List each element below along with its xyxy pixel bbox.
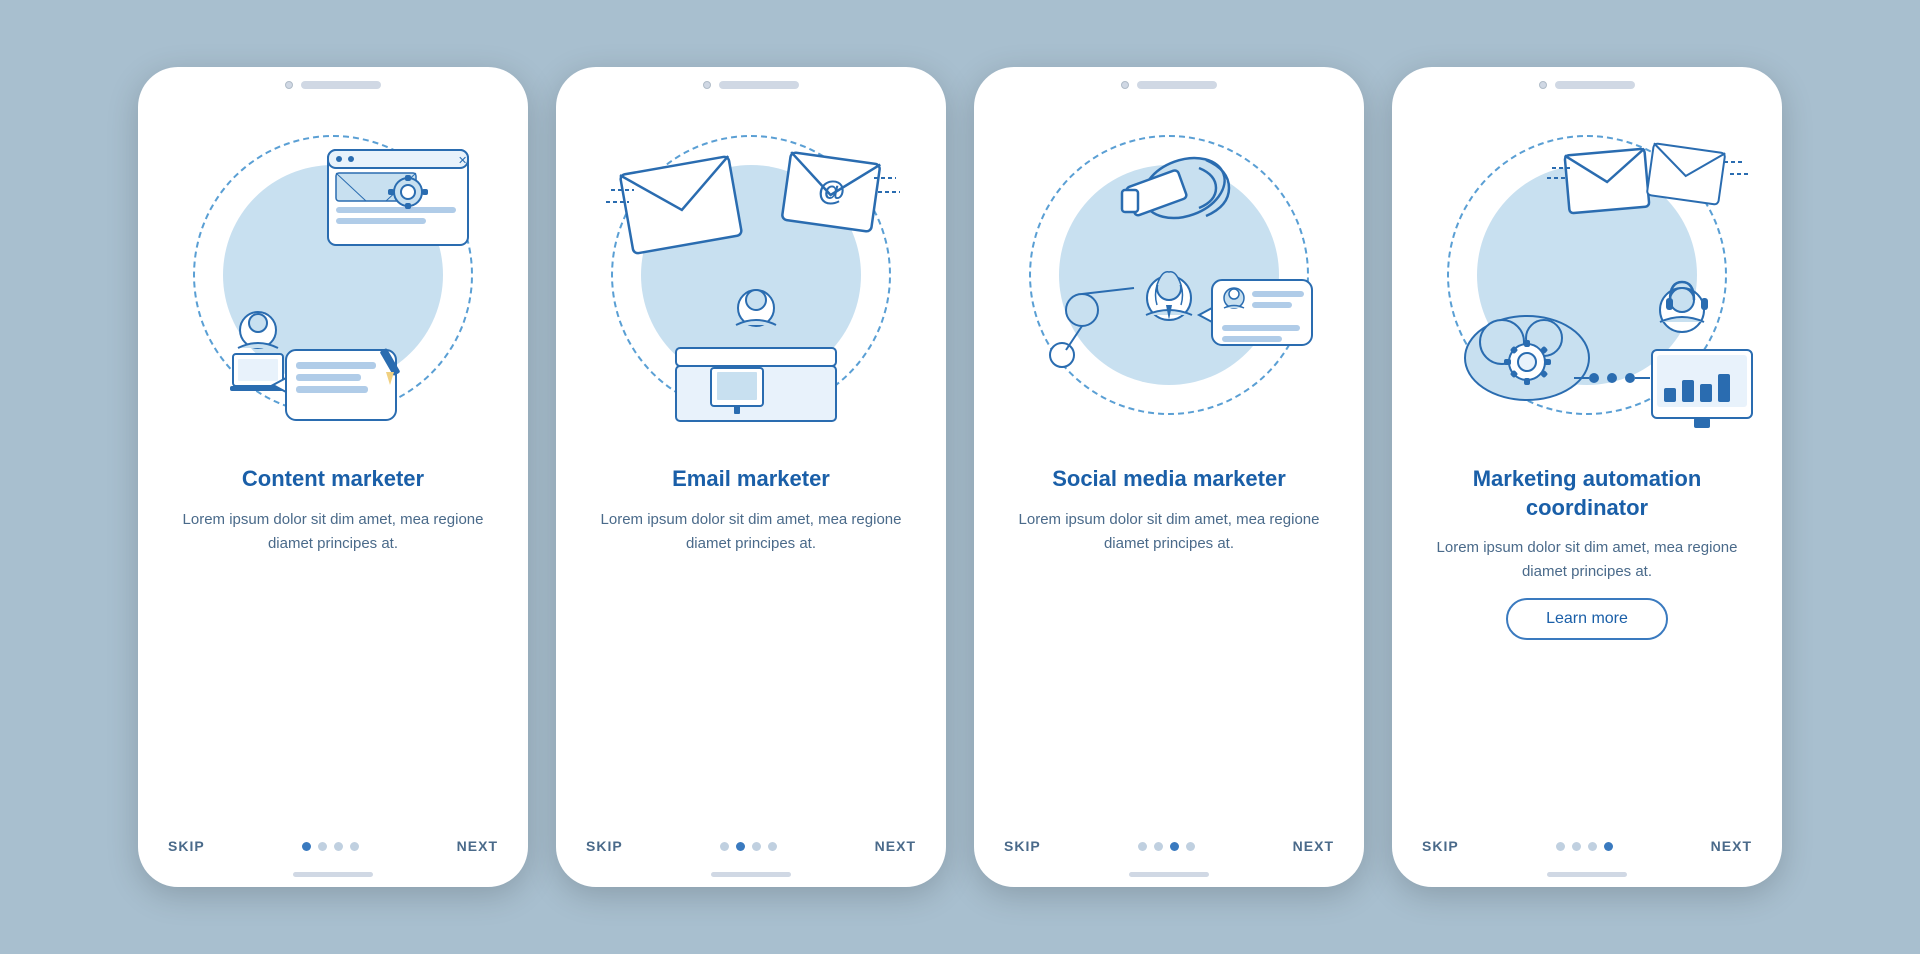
dot-2 (736, 842, 745, 851)
card-title-email-marketer: Email marketer (672, 465, 830, 494)
card-body-email-marketer: Lorem ipsum dolor sit dim amet, mea regi… (586, 508, 916, 556)
card-title-marketing-automation: Marketing automation coordinator (1422, 465, 1752, 522)
dot-3 (752, 842, 761, 851)
cards-container: ✕ (98, 27, 1822, 927)
phone-speaker-4 (1555, 81, 1635, 89)
phone-camera-dot-3 (1121, 81, 1129, 89)
next-button-content-marketer[interactable]: NEXT (457, 838, 498, 854)
bottom-handle-marketing-automation (1547, 872, 1627, 877)
phone-speaker-2 (719, 81, 799, 89)
dot-2 (318, 842, 327, 851)
nav-dots-email-marketer (720, 842, 777, 851)
phone-camera-dot-4 (1539, 81, 1547, 89)
skip-button-content-marketer[interactable]: SKIP (168, 838, 205, 854)
phone-speaker-3 (1137, 81, 1217, 89)
svg-text:@: @ (818, 175, 845, 206)
dot-4 (1604, 842, 1613, 851)
next-button-marketing-automation[interactable]: NEXT (1711, 838, 1752, 854)
learn-more-button[interactable]: Learn more (1506, 598, 1668, 640)
text-area-marketing-automation: Marketing automation coordinator Lorem i… (1392, 455, 1782, 828)
dot-3 (1170, 842, 1179, 851)
dot-1 (302, 842, 311, 851)
phone-top-bar-3 (974, 67, 1364, 95)
dot-3 (1588, 842, 1597, 851)
dot-1 (1138, 842, 1147, 851)
bottom-nav-marketing-automation: SKIP NEXT (1392, 828, 1782, 872)
dot-2 (1572, 842, 1581, 851)
social-media-marketer-svg (974, 105, 1364, 455)
phone-camera-dot (285, 81, 293, 89)
illustration-marketing-automation (1392, 95, 1782, 455)
illustration-content-marketer: ✕ (138, 95, 528, 455)
svg-text:✕: ✕ (458, 155, 467, 167)
skip-button-marketing-automation[interactable]: SKIP (1422, 838, 1459, 854)
card-title-social-media-marketer: Social media marketer (1052, 465, 1286, 494)
next-button-social-media-marketer[interactable]: NEXT (1293, 838, 1334, 854)
nav-dots-content-marketer (302, 842, 359, 851)
card-title-content-marketer: Content marketer (242, 465, 424, 494)
dot-4 (1186, 842, 1195, 851)
illustration-email-marketer: @ (556, 95, 946, 455)
nav-dots-social-media-marketer (1138, 842, 1195, 851)
text-area-social-media-marketer: Social media marketer Lorem ipsum dolor … (974, 455, 1364, 828)
bottom-nav-content-marketer: SKIP NEXT (138, 828, 528, 872)
phone-top-bar-2 (556, 67, 946, 95)
text-area-content-marketer: Content marketer Lorem ipsum dolor sit d… (138, 455, 528, 828)
phone-card-content-marketer: ✕ (138, 67, 528, 887)
dot-2 (1154, 842, 1163, 851)
phone-card-social-media-marketer: Social media marketer Lorem ipsum dolor … (974, 67, 1364, 887)
bottom-nav-email-marketer: SKIP NEXT (556, 828, 946, 872)
card-body-social-media-marketer: Lorem ipsum dolor sit dim amet, mea regi… (1004, 508, 1334, 556)
bottom-handle-email-marketer (711, 872, 791, 877)
bottom-nav-social-media-marketer: SKIP NEXT (974, 828, 1364, 872)
nav-dots-marketing-automation (1556, 842, 1613, 851)
dot-4 (768, 842, 777, 851)
dot-1 (1556, 842, 1565, 851)
phone-top-bar-4 (1392, 67, 1782, 95)
next-button-email-marketer[interactable]: NEXT (875, 838, 916, 854)
illustration-social-media-marketer (974, 95, 1364, 455)
dot-1 (720, 842, 729, 851)
phone-speaker (301, 81, 381, 89)
bottom-handle-content-marketer (293, 872, 373, 877)
phone-top-bar (138, 67, 528, 95)
text-area-email-marketer: Email marketer Lorem ipsum dolor sit dim… (556, 455, 946, 828)
phone-card-marketing-automation: Marketing automation coordinator Lorem i… (1392, 67, 1782, 887)
email-marketer-svg: @ (556, 105, 946, 455)
card-body-content-marketer: Lorem ipsum dolor sit dim amet, mea regi… (168, 508, 498, 556)
card-body-marketing-automation: Lorem ipsum dolor sit dim amet, mea regi… (1422, 536, 1752, 584)
marketing-automation-svg (1392, 105, 1782, 455)
bottom-handle-social-media-marketer (1129, 872, 1209, 877)
skip-button-email-marketer[interactable]: SKIP (586, 838, 623, 854)
dot-4 (350, 842, 359, 851)
phone-card-email-marketer: @ Email marketer Lorem ipsum dolor sit d… (556, 67, 946, 887)
content-marketer-svg: ✕ (138, 105, 528, 455)
phone-camera-dot-2 (703, 81, 711, 89)
skip-button-social-media-marketer[interactable]: SKIP (1004, 838, 1041, 854)
dot-3 (334, 842, 343, 851)
